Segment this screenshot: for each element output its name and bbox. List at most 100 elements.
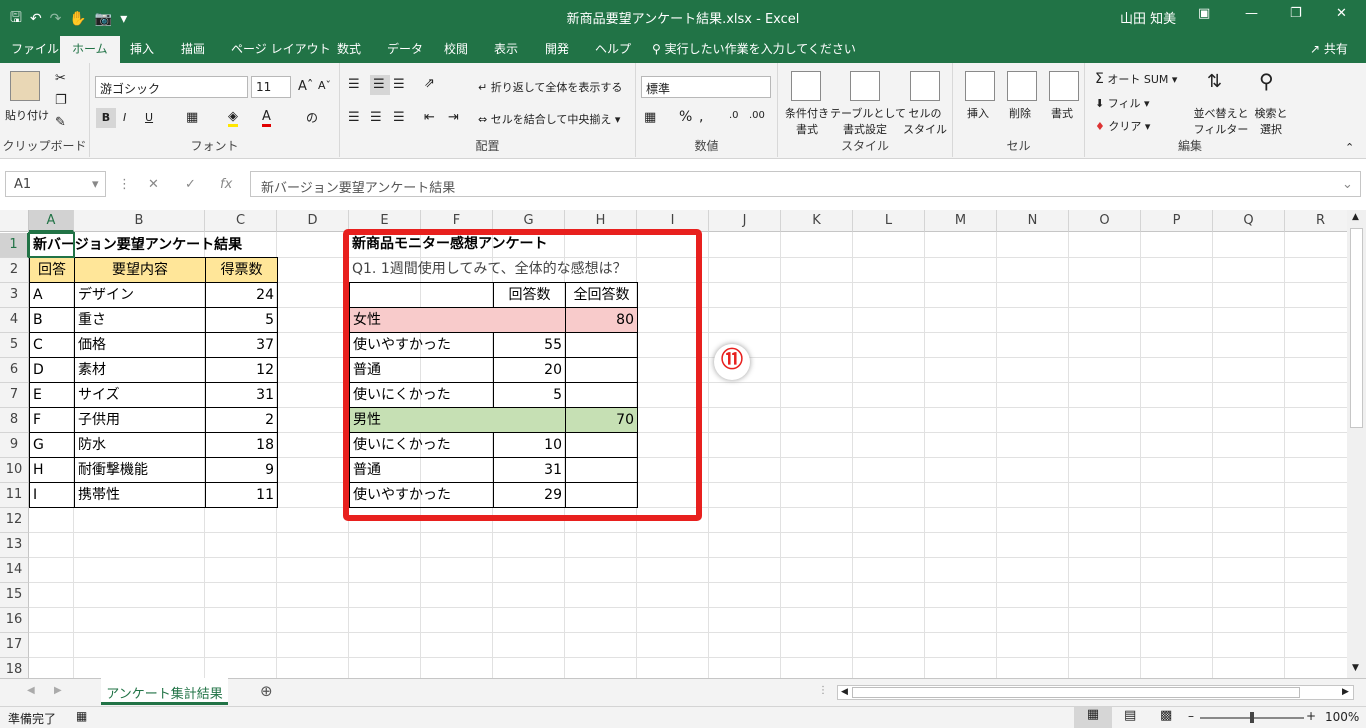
number-format-select[interactable]: 標準 [641,76,771,98]
tab-review[interactable]: 校閲 [444,40,468,57]
borders-icon[interactable]: ▦ [186,110,198,125]
align-center-icon[interactable]: ☰ [370,110,382,125]
table1-cell-answer[interactable]: B [29,307,75,333]
align-right-icon[interactable]: ☰ [393,110,405,125]
cell-styles-button[interactable]: セルの スタイル [900,105,950,137]
increase-decimal-icon[interactable]: .0 [729,110,739,121]
zoom-out-icon[interactable]: – [1188,709,1194,723]
fill-button[interactable]: ⬇ フィル ▾ [1095,95,1150,111]
column-header-K[interactable]: K [781,210,853,232]
font-color-icon[interactable]: A [262,109,271,127]
column-header-Q[interactable]: Q [1213,210,1285,232]
column-header-A[interactable]: A [29,210,74,232]
table1-cell-votes[interactable]: 11 [205,482,278,508]
table1-cell-request[interactable]: 素材 [74,357,206,383]
table1-cell-answer[interactable]: D [29,357,75,383]
table1-cell-answer[interactable]: H [29,457,75,483]
scroll-down-icon[interactable]: ▼ [1352,663,1359,673]
normal-view-icon[interactable]: ▦ [1074,707,1112,728]
select-all-corner[interactable] [0,210,29,232]
underline-button[interactable]: U [145,111,153,124]
scroll-right-icon[interactable]: ▶ [1342,687,1349,697]
sheet-tab-active[interactable]: アンケート集計結果 [101,678,228,705]
table1-cell-votes[interactable]: 2 [205,407,278,433]
user-name[interactable]: 山田 知美 [1120,8,1176,27]
table1-cell-votes[interactable]: 37 [205,332,278,358]
fill-color-icon[interactable]: ◈ [228,109,238,127]
table1-cell-request[interactable]: 携帯性 [74,482,206,508]
shrink-font-icon[interactable]: Aˇ [318,79,331,92]
table1-cell-answer[interactable]: G [29,432,75,458]
sort-filter-button[interactable]: 並べ替えと フィルター [1193,105,1249,137]
table1-cell-votes[interactable]: 9 [205,457,278,483]
column-header-O[interactable]: O [1069,210,1141,232]
row-header-10[interactable]: 10 [0,458,29,483]
tab-insert[interactable]: 挿入 [130,40,154,57]
namebox-dropdown-icon[interactable]: ▾ [92,177,99,192]
worksheet-grid[interactable]: ABCDEFGHIJKLMNOPQR 1 2 3 4 5 6 7 8 9 10 11 12 13 14 15… [0,210,1347,678]
ribbon-display-icon[interactable]: ▣ [1198,6,1210,21]
phonetic-icon[interactable]: の [306,109,318,126]
table1-cell-answer[interactable]: I [29,482,75,508]
vertical-scrollbar[interactable]: ▲ ▼ [1347,210,1366,678]
prev-sheet-icon[interactable]: ◀ [27,685,35,696]
paste-button[interactable]: 貼り付け [5,107,49,123]
column-header-B[interactable]: B [74,210,205,232]
row-header-14[interactable]: 14 [0,558,29,583]
table1-cell-votes[interactable]: 18 [205,432,278,458]
paste-icon[interactable] [10,71,40,101]
row-header-2[interactable]: 2 [0,258,29,283]
table1-cell-request[interactable]: 価格 [74,332,206,358]
row-header-13[interactable]: 13 [0,533,29,558]
tab-developer[interactable]: 開発 [545,40,569,57]
row-header-8[interactable]: 8 [0,408,29,433]
scroll-left-icon[interactable]: ◀ [841,687,848,697]
name-box[interactable]: A1 [5,171,106,197]
row-header-4[interactable]: 4 [0,308,29,333]
table1-cell-votes[interactable]: 24 [205,282,278,308]
table1-cell-answer[interactable]: C [29,332,75,358]
next-sheet-icon[interactable]: ▶ [54,685,62,696]
page-layout-view-icon[interactable]: ▤ [1124,708,1136,723]
tab-help[interactable]: ヘルプ [595,40,631,57]
grow-font-icon[interactable]: Aˆ [298,79,313,94]
table1-cell-request[interactable]: 子供用 [74,407,206,433]
font-size-select[interactable]: 11 [251,76,291,98]
tab-file[interactable]: ファイル [11,40,59,57]
horizontal-scroll-thumb[interactable] [852,687,1300,698]
align-left-icon[interactable]: ☰ [348,110,360,125]
format-painter-icon[interactable]: ✎ [55,115,66,130]
format-as-table-button[interactable]: テーブルとして 書式設定 [830,105,906,137]
tab-draw[interactable]: 描画 [181,40,205,57]
row-header-3[interactable]: 3 [0,283,29,308]
row-header-17[interactable]: 17 [0,633,29,658]
insert-function-icon[interactable]: fx [220,177,232,192]
collapse-ribbon-icon[interactable]: ⌃ [1345,141,1354,154]
table1-cell-request[interactable]: デザイン [74,282,206,308]
share-button[interactable]: ↗ 共有 [1310,40,1348,57]
cut-icon[interactable]: ✂ [55,71,66,86]
vertical-scroll-thumb[interactable] [1350,228,1363,428]
font-name-select[interactable]: 游ゴシック [95,76,248,98]
column-header-C[interactable]: C [205,210,277,232]
column-header-M[interactable]: M [925,210,997,232]
table1-cell-answer[interactable]: E [29,382,75,408]
enter-icon[interactable]: ✓ [185,177,196,192]
formula-input[interactable]: 新バージョン要望アンケート結果 [250,171,1361,197]
close-icon[interactable]: ✕ [1336,6,1347,21]
scroll-up-icon[interactable]: ▲ [1352,212,1359,222]
tab-formulas[interactable]: 数式 [337,40,361,57]
add-sheet-icon[interactable]: ⊕ [260,682,273,700]
column-header-N[interactable]: N [997,210,1069,232]
column-header-P[interactable]: P [1141,210,1213,232]
row-header-9[interactable]: 9 [0,433,29,458]
cancel-icon[interactable]: ✕ [148,177,159,192]
table1-cell-votes[interactable]: 12 [205,357,278,383]
row-header-5[interactable]: 5 [0,333,29,358]
row-header-18[interactable]: 18 [0,658,29,678]
format-cells-button[interactable]: 書式 [1051,105,1073,121]
table1-header-votes[interactable]: 得票数 [205,257,278,283]
tab-view[interactable]: 表示 [494,40,518,57]
table1-cell-answer[interactable]: F [29,407,75,433]
wrap-text-button[interactable]: ↵ 折り返して全体を表示する [478,79,622,95]
